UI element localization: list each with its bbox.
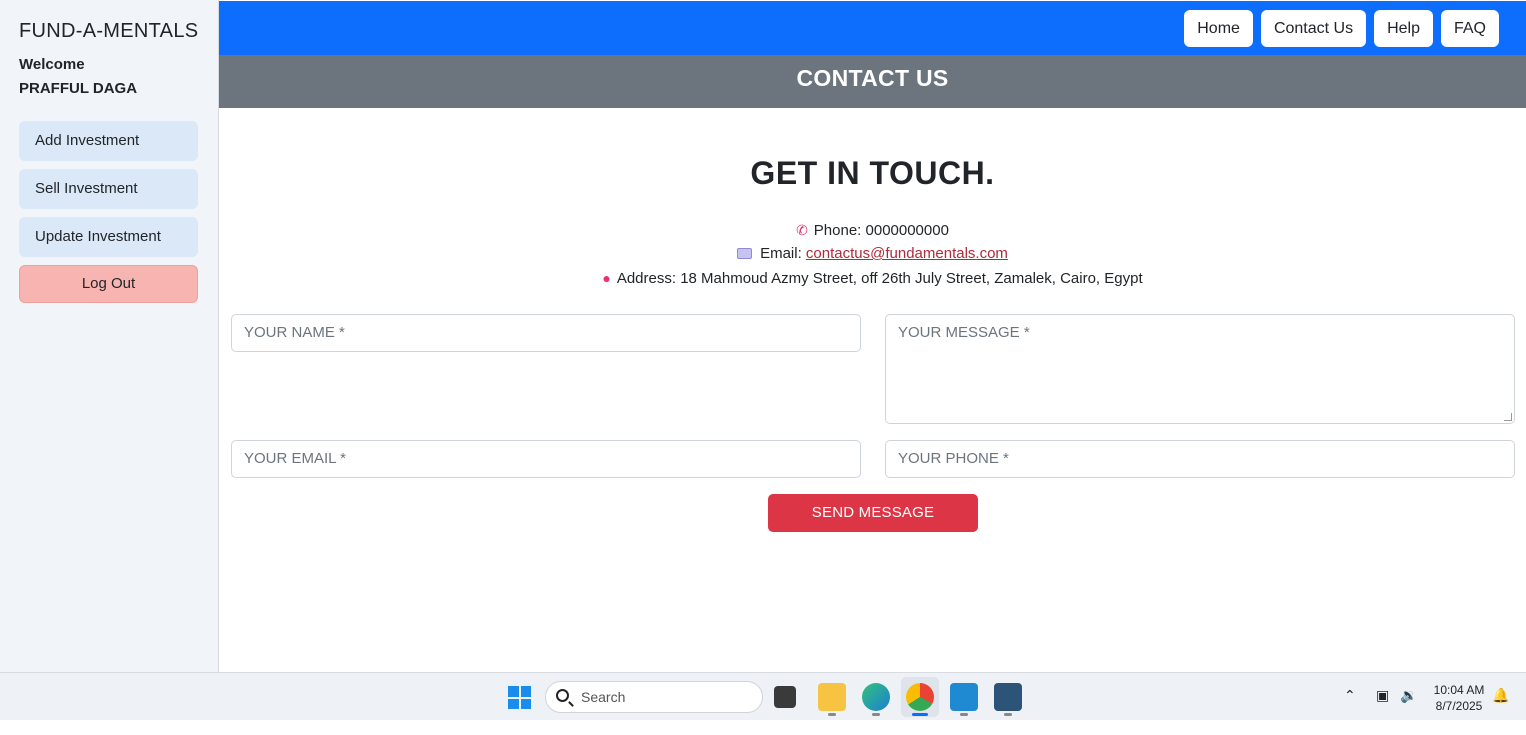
nav-contact-us[interactable]: Contact Us [1260,10,1367,47]
sidebar-menu: Add Investment Sell Investment Update In… [19,121,199,303]
vscode-indicator [960,713,968,716]
sidebar-item-sell-investment[interactable]: Sell Investment [19,169,198,209]
brand-title: FUND-A-MENTALS [19,20,199,42]
contact-heading: GET IN TOUCH. [750,155,995,191]
phone-input[interactable]: YOUR PHONE * [885,440,1515,478]
email-prefix: Email: [760,245,802,262]
chrome-icon[interactable] [906,683,934,711]
vscode-icon[interactable] [950,683,978,711]
clock-date: 8/7/2025 [1435,699,1483,713]
file-explorer-icon[interactable] [818,683,846,711]
chrome-indicator [912,713,928,716]
logout-button[interactable]: Log Out [19,265,198,303]
nav-home[interactable]: Home [1184,10,1253,47]
email-info: Email: contactus@fundamentals.com [219,242,1526,266]
edge-indicator [872,713,880,716]
clock-time: 10:04 AM [1433,683,1485,697]
name-input[interactable]: YOUR NAME * [231,314,861,352]
volume-icon[interactable]: 🔉 [1400,687,1417,735]
mysql-workbench-icon[interactable] [994,683,1022,711]
search-icon [556,689,569,702]
user-name: PRAFFUL DAGA [19,80,138,97]
taskbar-search[interactable]: Search [545,681,763,713]
message-placeholder: YOUR MESSAGE * [898,324,1030,341]
network-icon[interactable]: ▣ [1376,687,1389,735]
resize-grip-icon[interactable] [1504,413,1512,421]
message-textarea[interactable]: YOUR MESSAGE * [885,314,1515,424]
taskbar-clock[interactable]: 10:04 AM 8/7/2025 [1428,682,1490,714]
phone-icon: ✆ [796,222,808,238]
phone-text: Phone: 0000000000 [813,222,949,239]
sidebar-item-update-investment[interactable]: Update Investment [19,217,198,257]
taskbar-search-label: Search [581,689,626,705]
edge-icon[interactable] [862,683,890,711]
task-view-icon[interactable] [774,686,796,708]
email-icon [737,247,753,259]
address-info: ● Address: 18 Mahmoud Azmy Street, off 26… [219,266,1526,291]
send-message-button[interactable]: SEND MESSAGE [768,494,978,532]
nav-links: Home Contact Us Help FAQ [1184,10,1499,47]
file-explorer-indicator [828,713,836,716]
nav-faq[interactable]: FAQ [1440,10,1499,47]
location-pin-icon: ● [602,270,611,286]
sidebar-item-add-investment[interactable]: Add Investment [19,121,198,161]
notification-bell-icon[interactable]: 🔔 [1492,687,1509,735]
welcome-text: Welcome [19,56,85,73]
taskbar: Search ⌃ ▣ 🔉 10:04 AM 8/7/2025 🔔 [0,672,1526,720]
email-input[interactable]: YOUR EMAIL * [231,440,861,478]
nav-help[interactable]: Help [1374,10,1433,47]
address-text: Address: 18 Mahmoud Azmy Street, off 26t… [616,270,1143,287]
top-navbar: Home Contact Us Help FAQ [219,0,1526,55]
windows-start-icon[interactable] [508,686,531,709]
email-link[interactable]: contactus@fundamentals.com [806,245,1008,262]
mysql-workbench-indicator [1004,713,1012,716]
sidebar: FUND-A-MENTALS Welcome PRAFFUL DAGA Add … [0,0,219,672]
phone-info: ✆ Phone: 0000000000 [219,218,1526,243]
page-title: CONTACT US [219,55,1526,108]
chevron-up-icon[interactable]: ⌃ [1344,687,1356,735]
contact-section: GET IN TOUCH. ✆ Phone: 0000000000 Email: … [219,108,1526,672]
